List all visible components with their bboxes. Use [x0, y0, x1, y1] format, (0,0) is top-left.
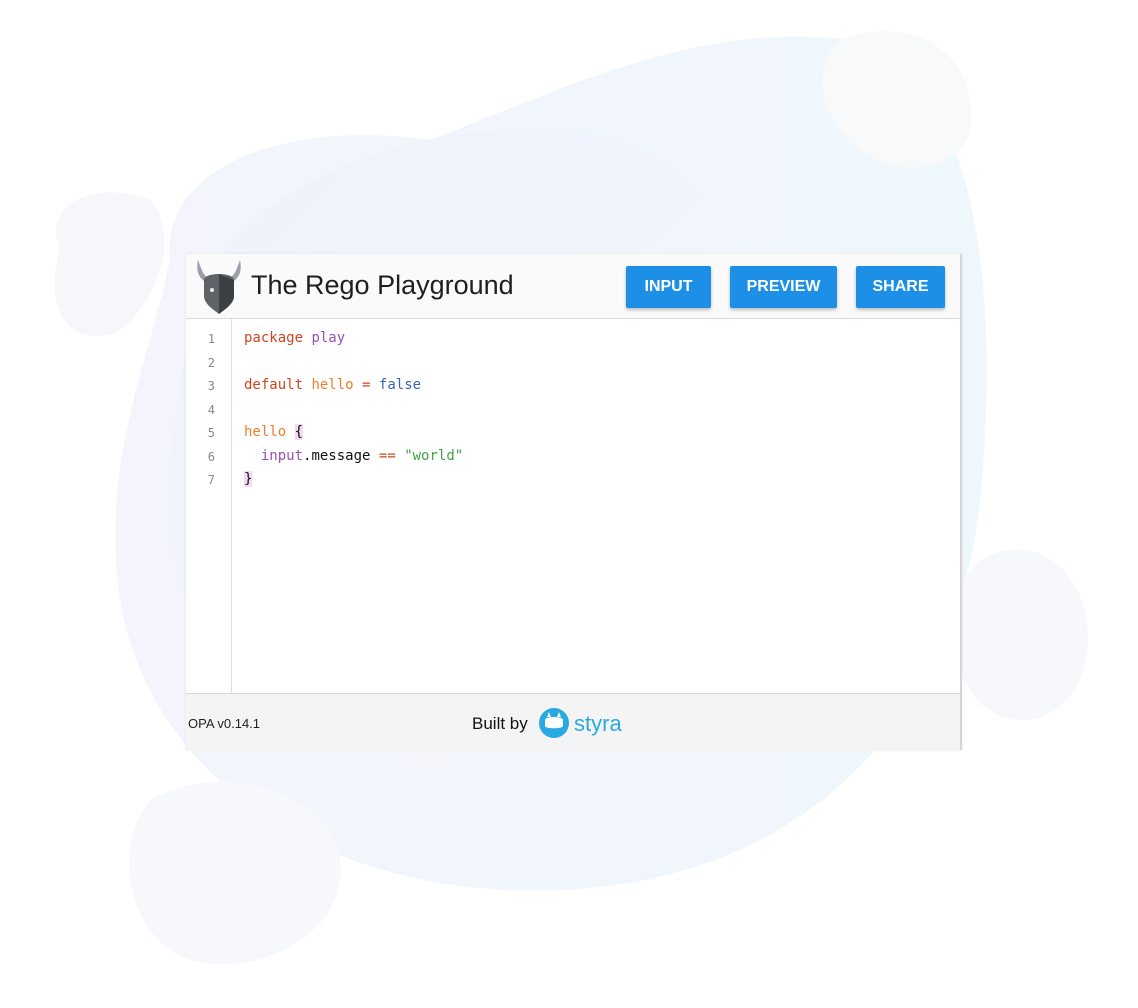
line-number: 3 [207, 379, 215, 393]
code-line[interactable]: } [244, 471, 253, 487]
line-number: 5 [207, 426, 215, 440]
line-number: 6 [207, 449, 215, 464]
code-token: } [244, 471, 253, 487]
preview-button[interactable]: PREVIEW [730, 266, 837, 308]
built-by-label: Built by [472, 714, 528, 733]
line-number: 4 [207, 402, 215, 417]
code-token: hello [244, 424, 287, 440]
code-token: package [244, 330, 304, 346]
line-number-gutter: 1 2 3 4 5 6 7 [186, 319, 232, 693]
code-token: "world" [404, 447, 464, 464]
code-token: == [378, 447, 396, 464]
code-token: play [311, 330, 346, 346]
code-token: default [244, 377, 304, 393]
code-token: hello [311, 377, 354, 393]
code-token: .message [303, 447, 371, 464]
opa-version: OPA v0.14.1 [188, 716, 261, 731]
line-number: 7 [207, 473, 215, 487]
code-token: { [294, 424, 304, 440]
playground-window: The Rego Playground INPUT PREVIEW SHARE … [186, 254, 962, 751]
line-number: 2 [207, 355, 215, 370]
styra-brand-text: styra [574, 711, 622, 736]
app-title: The Rego Playground [251, 270, 514, 300]
opa-viking-helmet-icon [197, 260, 241, 314]
code-editor[interactable]: 1 2 3 4 5 6 7 package play default hello = fals… [186, 319, 960, 693]
vertical-scrollbar[interactable] [960, 254, 962, 750]
line-number: 1 [207, 332, 215, 346]
code-line[interactable]: default hello = false [244, 377, 421, 393]
footer-bar: OPA v0.14.1 Built by styra [186, 693, 960, 751]
share-button[interactable]: SHARE [856, 266, 945, 308]
code-token: false [378, 377, 422, 393]
code-token: input [260, 447, 304, 464]
header-bar: The Rego Playground INPUT PREVIEW SHARE [186, 254, 962, 319]
stage: The Rego Playground INPUT PREVIEW SHARE … [0, 0, 1138, 1008]
code-line[interactable]: hello { [244, 424, 304, 440]
input-button[interactable]: INPUT [626, 266, 711, 308]
styra-logo-icon[interactable]: styra [538, 706, 648, 740]
code-line[interactable]: package play [244, 330, 345, 346]
code-line[interactable]: input.message == "world" [244, 448, 463, 464]
